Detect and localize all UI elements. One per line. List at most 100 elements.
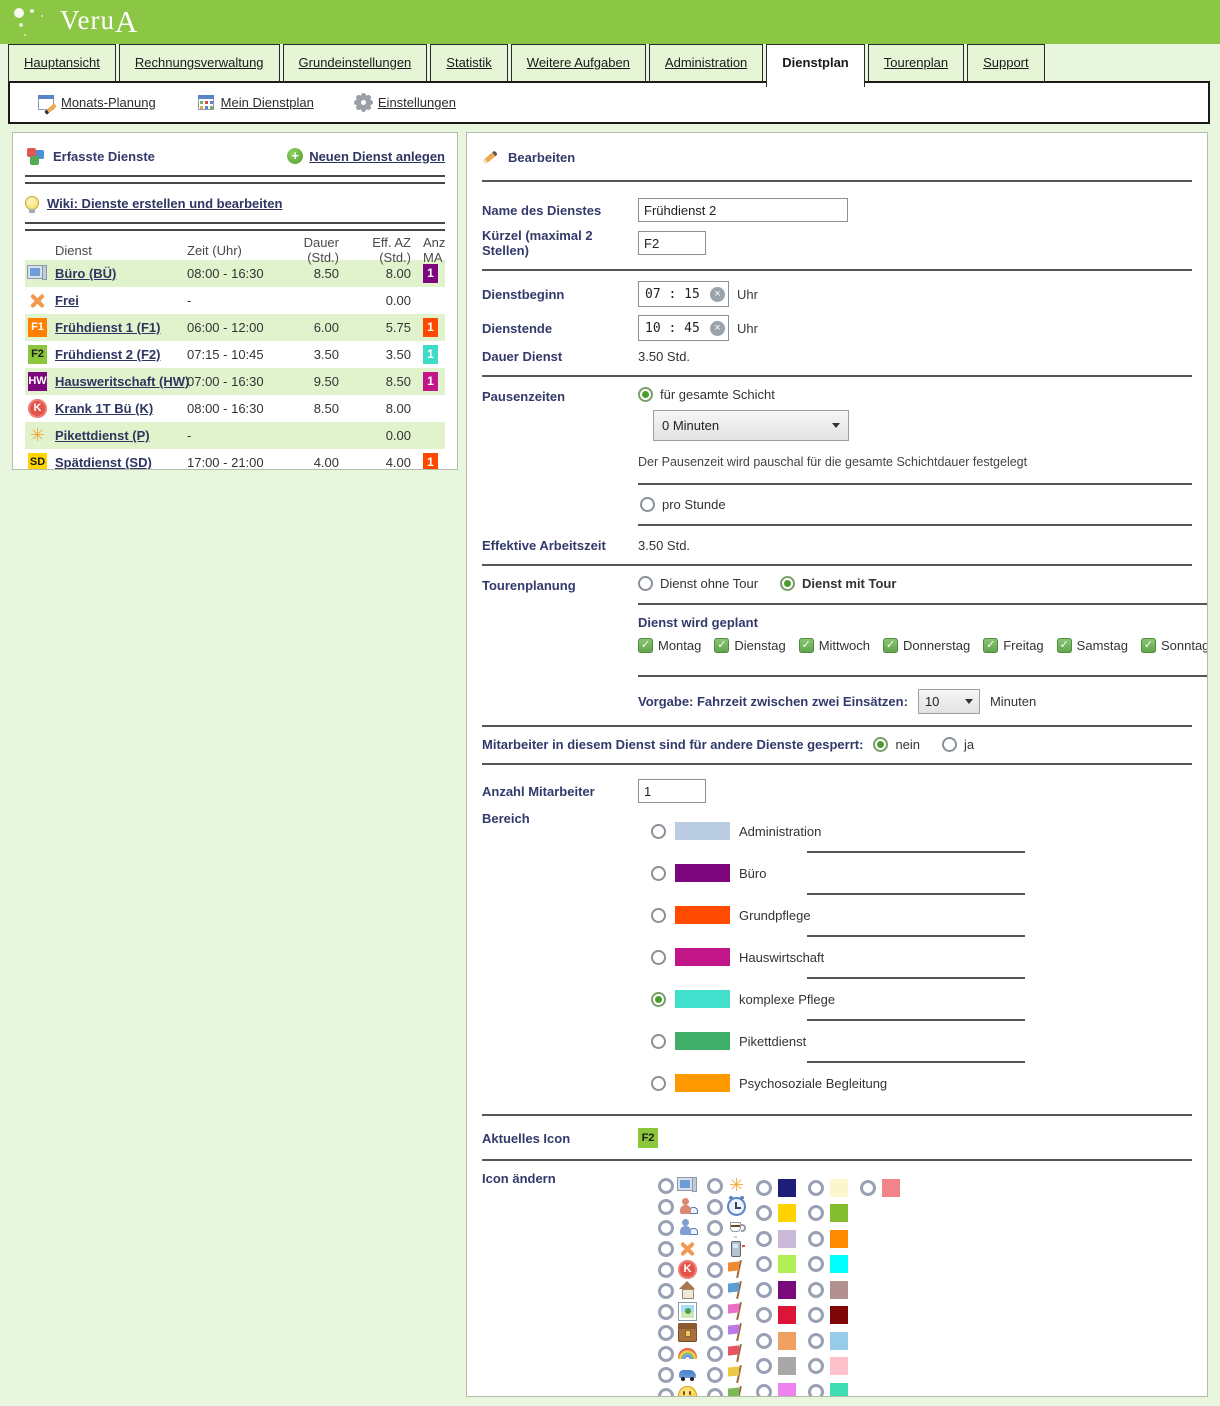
icon-option[interactable] [658,1217,707,1238]
icon-option[interactable] [707,1301,756,1322]
icon-option-radio[interactable] [658,1199,674,1215]
icon-option-radio[interactable] [658,1346,674,1362]
anzahl-input[interactable] [638,779,706,803]
color-option-radio[interactable] [808,1384,824,1397]
color-option[interactable] [808,1277,860,1303]
color-option-radio[interactable] [860,1180,876,1196]
color-option-radio[interactable] [756,1282,772,1298]
color-option[interactable] [756,1328,808,1354]
color-option-radio[interactable] [808,1231,824,1247]
bereich-radio[interactable] [651,824,666,839]
icon-option-radio[interactable] [658,1304,674,1320]
icon-option-radio[interactable] [707,1283,723,1299]
tab-hauptansicht[interactable]: Hauptansicht [8,44,116,83]
subnav-monats-planung[interactable]: Monats-Planung [38,95,156,110]
donnerstag-checkbox[interactable] [883,638,898,653]
bereich-radio[interactable] [651,1076,666,1091]
bereich-item[interactable]: Hauswirtschaft [651,937,1192,977]
icon-option[interactable] [707,1280,756,1301]
icon-option-radio[interactable] [707,1178,723,1194]
service-link[interactable]: Frühdienst 1 (F1) [55,320,187,335]
tab-weitere-aufgaben[interactable]: Weitere Aufgaben [511,44,646,83]
bereich-item[interactable]: Administration [651,811,1192,851]
icon-option-radio[interactable] [658,1367,674,1383]
color-option[interactable] [808,1226,860,1252]
color-option-radio[interactable] [808,1282,824,1298]
gesperrt-ja-radio[interactable] [942,737,957,752]
icon-option-radio[interactable] [707,1220,723,1236]
tab-tourenplan[interactable]: Tourenplan [868,44,964,83]
bereich-item[interactable]: Psychosoziale Begleitung [651,1063,1192,1103]
icon-option-radio[interactable] [658,1220,674,1236]
tour-mit-radio[interactable] [780,576,795,591]
color-option[interactable] [756,1252,808,1278]
icon-option-radio[interactable] [707,1262,723,1278]
dienstbeginn-input[interactable]: 07 : 15 [638,281,729,307]
new-service-link[interactable]: Neuen Dienst anlegen [309,149,445,164]
tab-rechnungsverwaltung[interactable]: Rechnungsverwaltung [119,44,280,83]
pause-stunde-radio[interactable] [640,497,655,512]
color-option[interactable] [808,1175,860,1201]
color-option[interactable] [756,1175,808,1201]
icon-option-radio[interactable] [658,1178,674,1194]
clear-time-icon[interactable] [710,287,725,302]
icon-option[interactable] [658,1238,707,1259]
icon-option[interactable] [707,1364,756,1385]
service-link[interactable]: Frei [55,293,187,308]
service-link[interactable]: Spätdienst (SD) [55,455,187,470]
color-option-radio[interactable] [756,1307,772,1323]
color-option[interactable] [756,1226,808,1252]
icon-option-radio[interactable] [707,1304,723,1320]
icon-option[interactable] [658,1385,707,1397]
bereich-radio[interactable] [651,950,666,965]
icon-option[interactable] [707,1238,756,1259]
icon-option[interactable] [658,1196,707,1217]
service-name-input[interactable] [638,198,848,222]
icon-option-radio[interactable] [707,1241,723,1257]
pause-schicht-radio[interactable] [638,387,653,402]
color-option[interactable] [808,1303,860,1329]
bereich-item[interactable]: komplexe Pflege [651,979,1192,1019]
icon-option[interactable] [658,1301,707,1322]
icon-option-radio[interactable] [707,1199,723,1215]
color-option[interactable] [756,1201,808,1227]
icon-option[interactable] [707,1217,756,1238]
subnav-mein-dienstplan[interactable]: Mein Dienstplan [198,95,314,110]
icon-option[interactable] [658,1364,707,1385]
color-option-radio[interactable] [756,1256,772,1272]
dienstag-checkbox[interactable] [714,638,729,653]
bereich-item[interactable]: Büro [651,853,1192,893]
tab-dienstplan[interactable]: Dienstplan [766,44,864,87]
icon-option-radio[interactable] [707,1325,723,1341]
fahrzeit-select[interactable]: 10 [918,689,980,714]
pause-minutes-select[interactable]: 0 Minuten [653,410,849,441]
tour-ohne-radio[interactable] [638,576,653,591]
icon-option-radio[interactable] [707,1346,723,1362]
bereich-radio[interactable] [651,1034,666,1049]
icon-option[interactable] [707,1343,756,1364]
color-option-radio[interactable] [756,1358,772,1374]
freitag-checkbox[interactable] [983,638,998,653]
color-option[interactable] [756,1354,808,1380]
mittwoch-checkbox[interactable] [799,638,814,653]
wiki-link[interactable]: Wiki: Dienste erstellen und bearbeiten [47,196,282,211]
color-option[interactable] [756,1379,808,1397]
icon-option[interactable] [658,1280,707,1301]
tab-support[interactable]: Support [967,44,1045,83]
icon-option[interactable] [658,1259,707,1280]
bereich-item[interactable]: Grundpflege [651,895,1192,935]
service-link[interactable]: Krank 1T Bü (K) [55,401,187,416]
color-option-radio[interactable] [808,1256,824,1272]
icon-option-radio[interactable] [658,1325,674,1341]
icon-option-radio[interactable] [658,1388,674,1398]
icon-option[interactable] [707,1175,756,1196]
bereich-item[interactable]: Pikettdienst [651,1021,1192,1061]
color-option[interactable] [808,1379,860,1397]
icon-option[interactable] [707,1259,756,1280]
color-option-radio[interactable] [756,1205,772,1221]
color-option-radio[interactable] [756,1384,772,1397]
color-option[interactable] [808,1354,860,1380]
icon-option[interactable] [658,1175,707,1196]
samstag-checkbox[interactable] [1057,638,1072,653]
icon-option[interactable] [707,1385,756,1397]
